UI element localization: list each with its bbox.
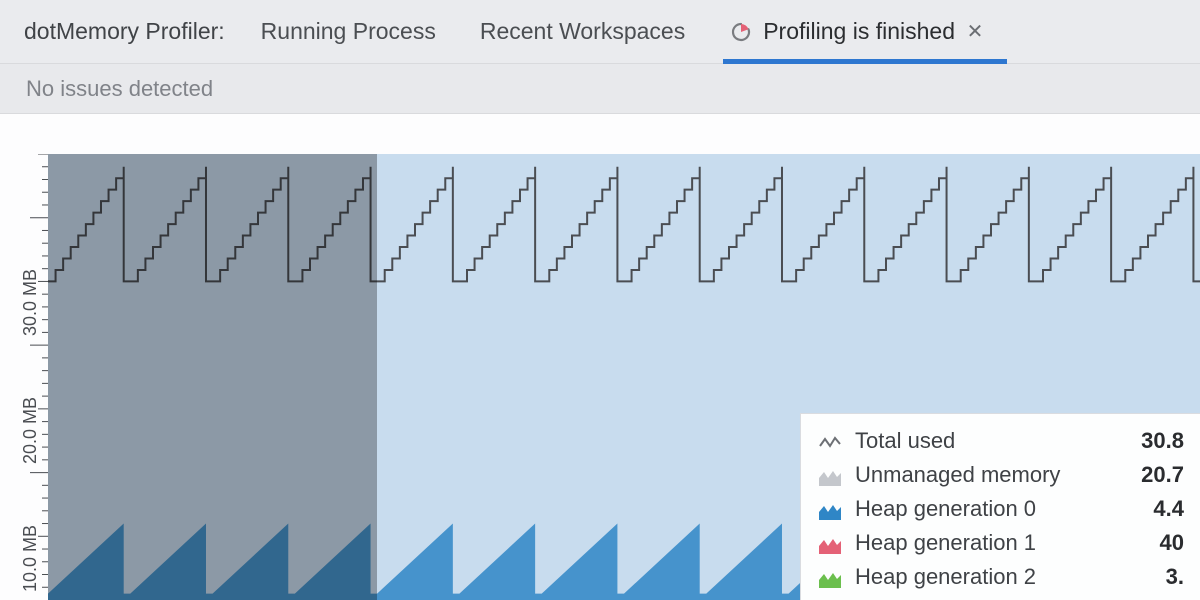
tab-profiling-finished[interactable]: Profiling is finished ✕	[729, 0, 985, 63]
tab-recent-workspaces[interactable]: Recent Workspaces	[480, 0, 685, 63]
legend-value: 30.8	[1141, 428, 1184, 454]
area-swatch-icon	[819, 466, 841, 484]
y-axis: 10.0 MB 20.0 MB 30.0 MB	[0, 154, 48, 600]
line-swatch-icon	[819, 432, 841, 450]
legend-label: Heap generation 2	[855, 564, 1158, 590]
legend-value: 3.	[1166, 564, 1184, 590]
legend-value: 40	[1160, 530, 1184, 556]
tab-label: Running Process	[261, 18, 436, 45]
legend-label: Unmanaged memory	[855, 462, 1133, 488]
legend-row-gen1: Heap generation 1 40	[819, 526, 1184, 560]
legend-row-unmanaged: Unmanaged memory 20.7	[819, 458, 1184, 492]
profiler-tabs: Running Process Recent Workspaces Profil…	[261, 0, 985, 63]
profiler-title: dotMemory Profiler:	[24, 18, 225, 45]
y-tick-label: 10.0 MB	[20, 525, 41, 592]
legend-value: 4.4	[1153, 496, 1184, 522]
legend-label: Heap generation 1	[855, 530, 1152, 556]
tab-label: Recent Workspaces	[480, 18, 685, 45]
legend-row-gen0: Heap generation 0 4.4	[819, 492, 1184, 526]
y-tick-label: 20.0 MB	[20, 397, 41, 464]
legend-value: 20.7	[1141, 462, 1184, 488]
close-icon[interactable]: ✕	[965, 22, 985, 42]
area-swatch-icon	[819, 568, 841, 586]
y-tick-label: 30.0 MB	[20, 269, 41, 336]
tab-running-process[interactable]: Running Process	[261, 0, 436, 63]
issues-status-text: No issues detected	[26, 76, 213, 102]
area-swatch-icon	[819, 534, 841, 552]
memory-timeline-chart: 10.0 MB 20.0 MB 30.0 MB Total used 30.8 …	[0, 114, 1200, 600]
area-swatch-icon	[819, 500, 841, 518]
legend-label: Total used	[855, 428, 1133, 454]
legend-row-gen2: Heap generation 2 3.	[819, 560, 1184, 594]
legend-row-total: Total used 30.8	[819, 424, 1184, 458]
legend-tooltip: Total used 30.8 Unmanaged memory 20.7 He…	[800, 413, 1200, 600]
profiler-tabs-bar: dotMemory Profiler: Running Process Rece…	[0, 0, 1200, 64]
issues-status-bar: No issues detected	[0, 64, 1200, 114]
tab-label: Profiling is finished	[763, 18, 955, 45]
legend-label: Heap generation 0	[855, 496, 1145, 522]
refresh-pink-icon	[729, 20, 753, 44]
